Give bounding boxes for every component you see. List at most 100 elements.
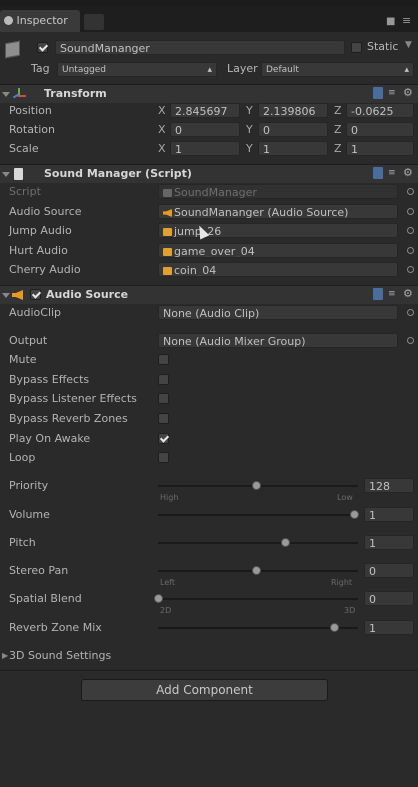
hurt-audio-field[interactable]: game_over_04 — [158, 243, 398, 258]
rotation-y-input[interactable]: 0 — [258, 122, 328, 137]
object-picker-icon[interactable] — [407, 266, 414, 273]
rotation-x-input[interactable]: 0 — [170, 122, 240, 137]
reverb-zone-mix-slider-track[interactable] — [158, 627, 358, 629]
component-header-icons: ≡ ⚙ — [373, 87, 414, 99]
bypass-reverb-zones-row: Bypass Reverb Zones — [0, 409, 418, 428]
script-row: Script SoundManager — [0, 182, 418, 201]
field-value: game_over_04 — [174, 245, 255, 258]
priority-value-input[interactable]: 128 — [364, 478, 414, 493]
transform-row-rotation: Rotation X 0 Y 0 Z 0 — [0, 120, 418, 139]
bypass-reverb-zones-checkbox[interactable] — [158, 413, 169, 424]
audio-source-ref-row: Audio Source SoundMananger (Audio Source… — [0, 202, 418, 221]
field-value: coin_04 — [174, 264, 217, 277]
bypass-effects-checkbox[interactable] — [158, 374, 169, 385]
axis-x-label[interactable]: X — [158, 120, 166, 139]
foldout-icon[interactable] — [2, 172, 10, 177]
axis-x-label[interactable]: X — [158, 101, 166, 120]
pitch-slider-thumb[interactable] — [281, 538, 291, 547]
sound-manager-header[interactable]: Sound Manager (Script) ≡ ⚙ — [0, 164, 418, 183]
cherry-audio-field[interactable]: coin_04 — [158, 262, 398, 277]
tab-inspector[interactable]: Inspector — [0, 10, 80, 32]
object-picker-icon[interactable] — [407, 227, 414, 234]
output-field[interactable]: None (Audio Mixer Group) — [158, 333, 398, 348]
reverb-zone-mix-value-input[interactable]: 1 — [364, 620, 414, 635]
preset-icon[interactable]: ≡ — [388, 288, 398, 300]
stereo-pan-value-input[interactable]: 0 — [364, 563, 414, 578]
help-book-icon[interactable] — [373, 288, 383, 300]
transform-axes-icon — [12, 87, 26, 101]
object-picker-icon[interactable] — [407, 309, 414, 316]
pitch-slider-track[interactable] — [158, 542, 358, 544]
axis-z-label[interactable]: Z — [334, 120, 342, 139]
component-header-icons: ≡ ⚙ — [373, 167, 414, 179]
audio-clip-field[interactable]: None (Audio Clip) — [158, 305, 398, 320]
bypass-listener-effects-row: Bypass Listener Effects — [0, 389, 418, 408]
layer-value: Default — [266, 65, 299, 75]
toggle-label: Bypass Effects — [9, 373, 90, 386]
add-component-button[interactable]: Add Component — [81, 679, 328, 701]
scale-x-input[interactable]: 1 — [170, 141, 240, 156]
axis-y-label[interactable]: Y — [246, 101, 253, 120]
field-value: SoundMananger (Audio Source) — [174, 206, 349, 219]
spatial-blend-slider-track[interactable] — [158, 598, 358, 600]
foldout-icon[interactable] — [2, 92, 10, 97]
lock-icon[interactable]: ■ — [386, 16, 395, 27]
scale-z-input[interactable]: 1 — [346, 141, 414, 156]
row-label: Cherry Audio — [9, 263, 81, 276]
spatial-blend-value-input[interactable]: 0 — [364, 591, 414, 606]
play-on-awake-row: Play On Awake — [0, 429, 418, 448]
foldout-right-icon[interactable]: ▶ — [2, 646, 8, 665]
help-book-icon[interactable] — [373, 87, 383, 99]
active-checkbox[interactable] — [37, 42, 48, 53]
position-x-input[interactable]: 2.845697 — [170, 103, 240, 118]
3d-sound-settings-row[interactable]: ▶ 3D Sound Settings — [0, 646, 418, 665]
help-book-icon[interactable] — [373, 167, 383, 179]
menu-icon[interactable]: ≡ — [402, 14, 411, 27]
object-picker-icon[interactable] — [407, 247, 414, 254]
mute-checkbox[interactable] — [158, 354, 169, 365]
audio-source-header[interactable]: Audio Source ≡ ⚙ — [0, 285, 418, 304]
position-y-input[interactable]: 2.139806 — [258, 103, 328, 118]
gear-icon[interactable]: ⚙ — [403, 167, 414, 179]
second-tab[interactable] — [84, 14, 104, 30]
sound-manager-title: Sound Manager (Script) — [44, 167, 192, 180]
audio-source-ref-field[interactable]: SoundMananger (Audio Source) — [158, 204, 398, 219]
scale-y-input[interactable]: 1 — [258, 141, 328, 156]
axis-x-label[interactable]: X — [158, 139, 166, 158]
static-checkbox[interactable] — [351, 42, 362, 53]
gear-icon[interactable]: ⚙ — [403, 87, 414, 99]
row-label: Jump Audio — [9, 224, 72, 237]
transform-row-scale: Scale X 1 Y 1 Z 1 — [0, 139, 418, 158]
loop-checkbox[interactable] — [158, 452, 169, 463]
jump-audio-field[interactable]: jump_26 — [158, 223, 398, 238]
audio-source-enabled-checkbox[interactable] — [30, 289, 41, 300]
rotation-z-input[interactable]: 0 — [346, 122, 414, 137]
gear-icon[interactable]: ⚙ — [403, 288, 414, 300]
object-name-input[interactable]: SoundMananger — [55, 40, 345, 55]
position-z-input[interactable]: -0.0625 — [346, 103, 414, 118]
object-picker-icon[interactable] — [407, 337, 414, 344]
axis-y-label[interactable]: Y — [246, 120, 253, 139]
stereo-pan-slider-thumb[interactable] — [252, 566, 261, 575]
tag-dropdown[interactable]: Untagged ▴ — [57, 62, 217, 77]
object-picker-icon[interactable] — [407, 208, 414, 215]
preset-icon[interactable]: ≡ — [388, 167, 398, 179]
axis-z-label[interactable]: Z — [334, 101, 342, 120]
layer-dropdown[interactable]: Default ▴ — [261, 62, 414, 77]
preset-icon[interactable]: ≡ — [388, 87, 398, 99]
play-on-awake-checkbox[interactable] — [158, 433, 169, 444]
loop-row: Loop — [0, 448, 418, 467]
pitch-value-input[interactable]: 1 — [364, 535, 414, 550]
volume-slider-thumb[interactable] — [350, 510, 359, 519]
bypass-listener-effects-checkbox[interactable] — [158, 393, 169, 404]
axis-z-label[interactable]: Z — [334, 139, 342, 158]
foldout-icon[interactable] — [2, 293, 10, 298]
volume-value-input[interactable]: 1 — [364, 507, 414, 522]
volume-slider-track[interactable] — [158, 514, 358, 516]
axis-y-label[interactable]: Y — [246, 139, 253, 158]
dropdown-arrow-icon: ▴ — [207, 65, 212, 75]
reverb-zone-mix-slider-thumb[interactable] — [330, 623, 340, 632]
static-dropdown-icon[interactable]: ▼ — [405, 40, 412, 50]
priority-slider-thumb[interactable] — [252, 481, 261, 490]
stereo-pan-row: Stereo Pan 0 Left Right — [0, 561, 418, 587]
